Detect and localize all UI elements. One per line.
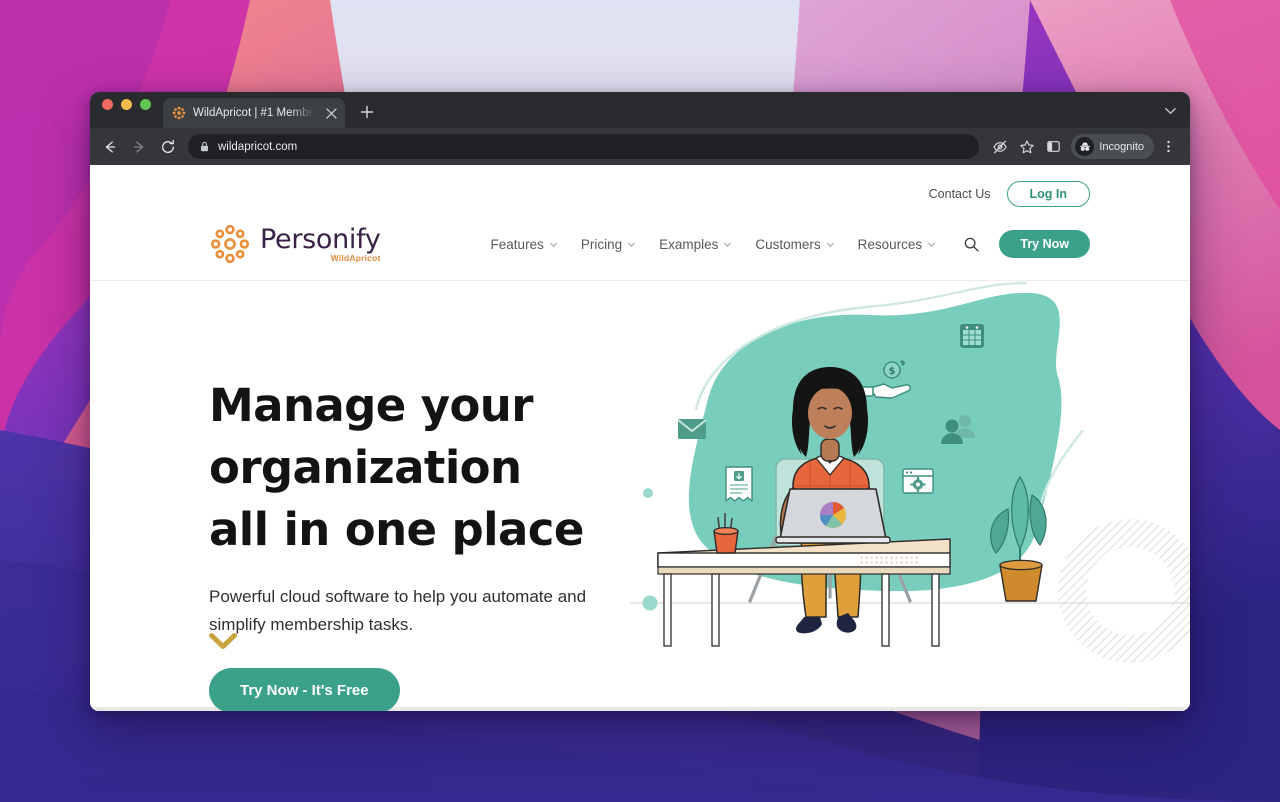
hero-subtitle: Powerful cloud software to help you auto…	[209, 583, 589, 638]
incognito-icon	[1075, 137, 1095, 156]
hero-sub-line1: Powerful cloud software to help you auto…	[209, 587, 553, 607]
nav-item-examples[interactable]: Examples	[659, 237, 732, 252]
nav-item-features[interactable]: Features	[491, 237, 558, 252]
log-in-button[interactable]: Log In	[1006, 180, 1090, 208]
hero-copy: Manage your organization all in one plac…	[209, 375, 769, 711]
laptop	[775, 488, 891, 544]
main-nav-row: Personify WildApricot Features Pricing E…	[90, 209, 1190, 279]
side-panel-icon[interactable]	[1041, 134, 1066, 159]
star-icon[interactable]	[1014, 134, 1039, 159]
chevron-down-icon[interactable]	[1156, 92, 1184, 128]
calendar-icon	[960, 324, 984, 348]
chevron-down-icon	[628, 242, 636, 247]
page-viewport: Contact Us Log In Personify WildApricot …	[90, 165, 1190, 711]
nav-label: Examples	[659, 236, 719, 252]
back-arrow-icon[interactable]	[96, 133, 123, 160]
wildapricot-flower-icon	[172, 106, 186, 120]
try-now-free-button[interactable]: Try Now - It's Free	[209, 668, 400, 711]
nav-label: Customers	[755, 236, 821, 252]
scroll-down-chevron-icon[interactable]	[209, 633, 237, 656]
site-logo[interactable]: Personify WildApricot	[209, 223, 381, 265]
close-window-button[interactable]	[102, 98, 113, 110]
maximize-window-button[interactable]	[140, 98, 151, 110]
nav-item-pricing[interactable]: Pricing	[581, 237, 636, 252]
address-bar[interactable]: wildapricot.com	[188, 134, 980, 159]
incognito-badge[interactable]: Incognito	[1071, 134, 1154, 159]
browser-window: WildApricot | #1 Membership M	[90, 92, 1190, 711]
utility-nav: Contact Us Log In	[90, 165, 1190, 209]
hero-title-line1: Manage your organization	[209, 379, 533, 495]
chevron-down-icon	[549, 242, 557, 247]
browser-tab-title: WildApricot | #1 Membership M	[193, 107, 317, 119]
try-now-header-button[interactable]: Try Now	[999, 229, 1090, 259]
desktop: WildApricot | #1 Membership M	[0, 0, 1280, 802]
nav-label: Resources	[857, 236, 923, 252]
nav-item-resources[interactable]: Resources	[858, 237, 937, 252]
flower-sunburst-icon	[210, 224, 250, 264]
search-icon[interactable]	[963, 236, 980, 253]
logo-subtitle: WildApricot	[330, 252, 381, 263]
browser-tab-strip: WildApricot | #1 Membership M	[90, 92, 1190, 128]
settings-gear-window-icon	[902, 468, 934, 494]
logo-wordmark: Personify WildApricot	[260, 226, 381, 263]
chevron-down-icon	[928, 242, 936, 247]
new-tab-button[interactable]	[354, 99, 380, 125]
window-traffic-lights	[102, 92, 151, 128]
contact-us-link[interactable]: Contact Us	[929, 187, 991, 201]
page-title: Manage your organization all in one plac…	[209, 375, 769, 561]
address-bar-url: wildapricot.com	[218, 140, 298, 153]
browser-toolbar: wildapricot.com Incognito	[90, 128, 1190, 165]
nav-item-customers[interactable]: Customers	[755, 237, 834, 252]
pie-chart-laptop-sticker	[819, 501, 846, 528]
eye-slash-icon[interactable]	[987, 134, 1012, 159]
hero-title-line2: all in one place	[209, 503, 584, 557]
svg-text:$: $	[889, 366, 896, 377]
incognito-label: Incognito	[1099, 140, 1144, 153]
browser-tab[interactable]: WildApricot | #1 Membership M	[163, 98, 345, 128]
minimize-window-button[interactable]	[121, 98, 132, 110]
close-tab-button[interactable]	[324, 106, 339, 121]
reload-icon[interactable]	[154, 133, 181, 160]
chevron-down-icon	[724, 242, 732, 247]
header-actions: Try Now	[963, 229, 1090, 259]
nav-label: Pricing	[580, 236, 623, 252]
forward-arrow-icon	[125, 133, 152, 160]
chevron-down-icon	[826, 242, 834, 247]
primary-nav: Features Pricing Examples Customers Reso…	[491, 237, 937, 252]
lock-icon	[200, 141, 209, 152]
decorative-ring	[1058, 519, 1190, 663]
site-header: Contact Us Log In Personify WildApricot …	[90, 165, 1190, 281]
nav-label: Features	[490, 236, 544, 252]
logo-name: Personify	[260, 223, 381, 255]
hero-section: Manage your organization all in one plac…	[90, 281, 1190, 711]
three-dot-menu-icon[interactable]	[1156, 134, 1181, 159]
